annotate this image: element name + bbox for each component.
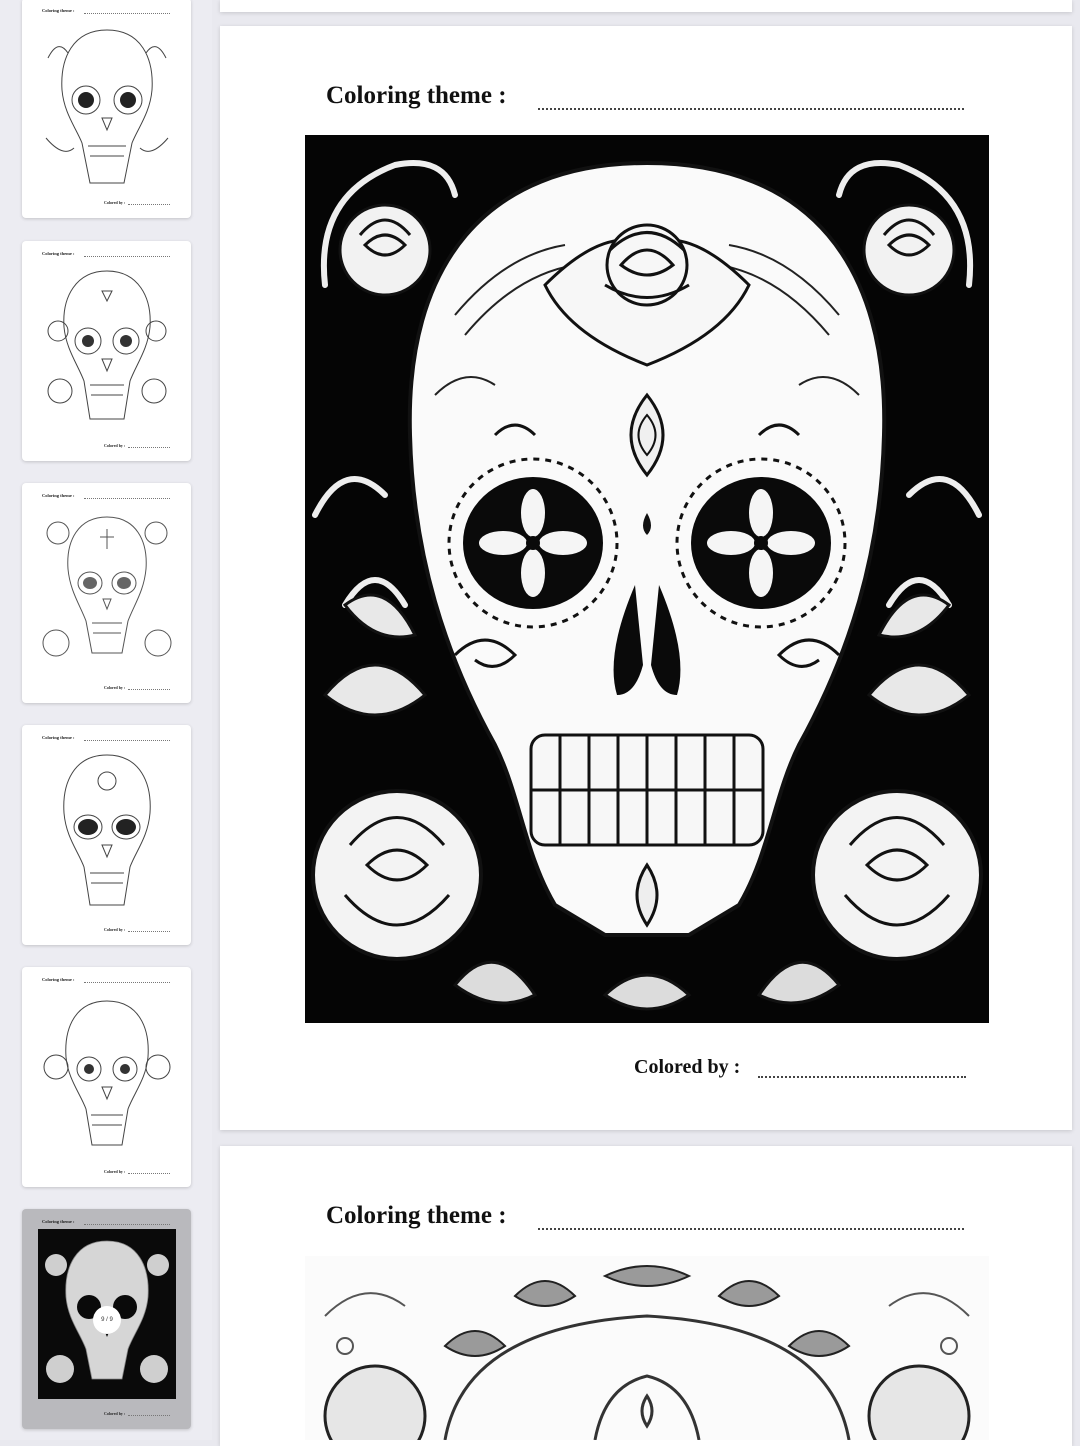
- thumbnail-skull-art: [47, 270, 167, 420]
- previous-page-edge: [220, 0, 1072, 12]
- thumbnail-skull-art: [63, 754, 151, 906]
- page-thumbnail-sidebar[interactable]: Coloring theme : Colored by : Coloring t…: [0, 0, 212, 1440]
- thumbnail-skull-art: [45, 29, 169, 184]
- thumbnail-skull-art: [42, 516, 172, 657]
- thumbnail-colored-by-line: [128, 689, 170, 690]
- thumbnail-theme-line: [84, 13, 170, 14]
- thumbnail-theme-line: [84, 256, 170, 257]
- thumbnail-colored-by-label: Colored by :: [104, 1411, 126, 1416]
- coloring-theme-label: Coloring theme :: [326, 82, 507, 109]
- coloring-theme-line: [538, 1228, 964, 1230]
- page-thumbnail[interactable]: Coloring theme : Colored by :: [22, 483, 191, 703]
- thumbnail-theme-label: Coloring theme :: [42, 735, 75, 740]
- page-thumbnail[interactable]: Coloring theme : Colored by :: [22, 725, 191, 945]
- page-thumbnail[interactable]: Coloring theme : Colored by :: [22, 967, 191, 1187]
- thumbnail-colored-by-label: Colored by :: [104, 685, 126, 690]
- thumbnail-skull-art: [43, 1000, 171, 1146]
- coloring-theme-label: Coloring theme :: [326, 1202, 507, 1229]
- thumbnail-colored-by-line: [128, 204, 170, 205]
- thumbnail-theme-label: Coloring theme :: [42, 1219, 75, 1224]
- page-thumbnail-selected[interactable]: Coloring theme : 9 / 9 Colored by :: [22, 1209, 191, 1429]
- thumbnail-colored-by-line: [128, 1173, 170, 1174]
- thumbnail-colored-by-label: Colored by :: [104, 1169, 126, 1174]
- thumbnail-theme-line: [84, 498, 170, 499]
- sugar-skull-art: [311, 160, 983, 1011]
- sugar-skull-art: [323, 1265, 971, 1440]
- thumbnail-colored-by-label: Colored by :: [104, 927, 126, 932]
- current-page-badge: 9 / 9: [93, 1306, 121, 1334]
- thumbnail-theme-label: Coloring theme :: [42, 8, 75, 13]
- thumbnail-colored-by-label: Colored by :: [104, 200, 126, 205]
- page-thumbnail[interactable]: Coloring theme : Colored by :: [22, 0, 191, 218]
- colored-by-label: Colored by :: [634, 1056, 741, 1078]
- sugar-skull-illustration: [305, 135, 989, 1023]
- thumbnail-theme-line: [84, 1224, 170, 1225]
- thumbnail-theme-label: Coloring theme :: [42, 251, 75, 256]
- colored-by-line: [758, 1076, 966, 1078]
- thumbnail-colored-by-line: [128, 1415, 170, 1416]
- thumbnail-colored-by-label: Colored by :: [104, 443, 126, 448]
- thumbnail-colored-by-line: [128, 931, 170, 932]
- thumbnail-theme-label: Coloring theme :: [42, 493, 75, 498]
- thumbnail-theme-line: [84, 740, 170, 741]
- thumbnail-theme-line: [84, 982, 170, 983]
- thumbnail-theme-label: Coloring theme :: [42, 977, 75, 982]
- coloring-theme-line: [538, 108, 964, 110]
- page-thumbnail[interactable]: Coloring theme : Colored by :: [22, 241, 191, 461]
- coloring-page: Coloring theme :: [220, 1146, 1072, 1446]
- coloring-page: Coloring theme :: [220, 26, 1072, 1130]
- sugar-skull-illustration: [305, 1256, 989, 1440]
- thumbnail-colored-by-line: [128, 447, 170, 448]
